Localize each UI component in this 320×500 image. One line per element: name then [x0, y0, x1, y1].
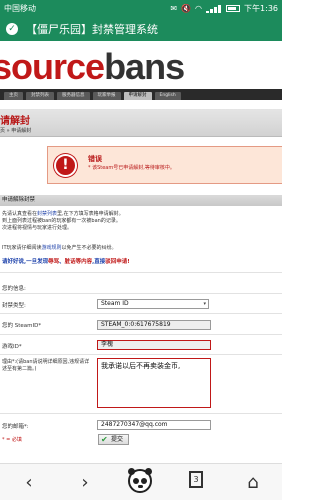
carrier-label: 中国移动: [4, 4, 36, 13]
home-icon[interactable]: ⌂: [242, 472, 264, 494]
player-name-label: 游戏ID*: [2, 344, 22, 350]
rules-link[interactable]: 游戏规则: [42, 245, 62, 251]
panda-ear: [128, 468, 135, 475]
info-label: 您的信息:: [2, 286, 26, 292]
error-icon: !: [54, 154, 77, 177]
email-field[interactable]: 2487270347@qq.com: [97, 420, 211, 430]
section-heading: 申请解除封禁: [0, 195, 282, 206]
intro-text: 先请认真查看在封禁列表里,在下方填写表格申请解封。 到上面列表过程被ban的玩家…: [2, 211, 278, 232]
status-bar: 中国移动 ✉ 🔇 ◠ 下午1:36: [0, 0, 282, 17]
reason-label: 理由*:(请ban请说明详细原因,违规请详述至有第二篇。): [2, 359, 90, 372]
warning-part: ,直接: [92, 259, 106, 265]
ban-list-link[interactable]: 封禁列表: [37, 211, 57, 217]
divider: [0, 354, 282, 355]
wifi-icon: ◠: [195, 4, 203, 13]
warning-part: 脏话等内容: [64, 259, 93, 265]
player-name-field[interactable]: 李槐: [97, 340, 211, 350]
page-header: 请解封 页 » 申请解封: [0, 109, 282, 137]
divider: [0, 272, 282, 273]
app-title: 【僵尸乐园】封禁管理系统: [26, 23, 158, 36]
submit-button[interactable]: ✔ 提交: [98, 434, 129, 445]
warning-part: 驳回申请!: [105, 259, 130, 265]
clock: 下午1:36: [244, 4, 278, 13]
logo-part-source: source: [0, 47, 105, 87]
tab-servers[interactable]: 服务器信息: [57, 92, 90, 100]
divider: [0, 334, 282, 335]
chevron-down-icon: ▾: [203, 301, 206, 307]
rules-note-part: IT玩家请仔细阅读: [2, 245, 42, 251]
required-note: * = 必填: [2, 436, 22, 443]
tab-english[interactable]: English: [154, 92, 181, 100]
tab-count-icon[interactable]: 3: [189, 471, 203, 488]
divider: [0, 413, 282, 414]
main-nav: 主页 封禁列表 服务器信息 玩家举报 申请解封 English: [0, 89, 282, 100]
sourcebans-logo[interactable]: sourcebans: [0, 47, 282, 87]
secure-check-icon: ✓: [6, 23, 18, 35]
panda-ear: [145, 468, 152, 475]
error-message: * 该Steam号已申请解封,等待审核中。: [88, 165, 175, 171]
battery-icon: [226, 5, 241, 12]
steamid-field[interactable]: STEAM_0:0:617675819: [97, 320, 211, 330]
ban-type-label: 封禁类型:: [2, 303, 26, 309]
panda-eye: [133, 478, 139, 484]
warning-text: 请好好说,一旦发现辱骂、脏话等内容,直接驳回申请!: [2, 257, 130, 265]
error-title: 错误: [88, 155, 102, 163]
signal-icon: [206, 4, 222, 13]
logo-part-bans: bans: [104, 47, 185, 87]
tab-appeal[interactable]: 申请解封: [123, 92, 152, 100]
intro-text-part: 里,在下方填写表格申请解封。: [57, 211, 124, 217]
check-icon: ✔: [101, 435, 108, 444]
error-box: ! 错误 * 该Steam号已申请解封,等待审核中。: [47, 146, 282, 184]
divider: [0, 313, 282, 314]
breadcrumb: 页 » 申请解封: [0, 128, 32, 134]
page-title: 请解封: [0, 116, 30, 127]
panda-menu-icon[interactable]: [128, 468, 152, 493]
mute-icon: 🔇: [181, 4, 192, 13]
email-label: 您的邮箱*:: [2, 424, 29, 430]
divider: [0, 293, 282, 294]
app-title-bar: ✓ 【僵尸乐园】封禁管理系统: [0, 17, 282, 41]
intro-text-part: 先请认真查看在: [2, 211, 38, 217]
panda-eye: [141, 478, 147, 484]
ban-type-select[interactable]: Steam ID ▾: [97, 299, 209, 309]
reason-textarea[interactable]: 我承诺以后不再卖装金币,: [97, 358, 211, 408]
warning-part: 请好好说,一旦发现: [2, 259, 49, 265]
intro-line-3: 次进程将视情与玩家进行处理。: [2, 225, 73, 231]
required-note-text: * = 必填: [2, 437, 22, 443]
warning-part: 辱骂: [48, 259, 60, 265]
tab-ban-list[interactable]: 封禁列表: [26, 92, 54, 100]
status-icons: ✉ 🔇 ◠: [170, 4, 241, 13]
notification-icon: ✉: [170, 4, 178, 13]
tab-home[interactable]: 主页: [4, 92, 23, 100]
back-arrow-icon[interactable]: ‹: [18, 472, 40, 494]
rules-note: IT玩家请仔细阅读游戏规则以免产生不必要的纠纷。: [2, 244, 117, 251]
submit-label: 提交: [111, 436, 124, 443]
forward-arrow-icon[interactable]: ›: [74, 472, 96, 494]
rules-note-part: 以免产生不必要的纠纷。: [61, 245, 117, 251]
ban-type-value: Steam ID: [101, 300, 129, 307]
panda-nose: [138, 485, 143, 488]
tab-report[interactable]: 玩家举报: [92, 92, 121, 100]
intro-line-2: 到上面列表过程被ban的玩家都有一次被ban的记录。: [2, 218, 121, 224]
steamid-label: 您的 SteamID*: [2, 323, 42, 329]
